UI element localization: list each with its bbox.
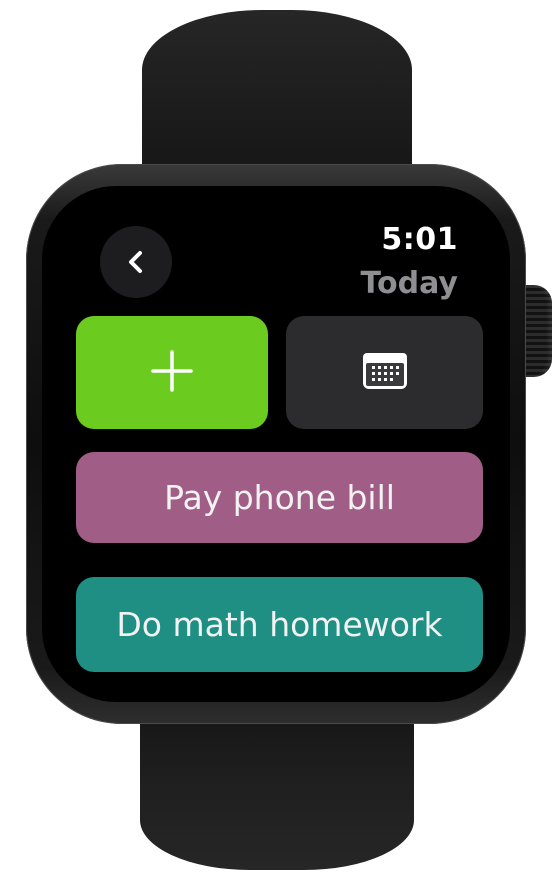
page-title: Today <box>360 266 458 301</box>
task-label: Do math homework <box>116 605 443 644</box>
status-time: 5:01 <box>381 222 458 257</box>
chevron-left-icon <box>122 248 150 276</box>
plus-icon <box>148 347 196 399</box>
task-item[interactable]: Pay phone bill <box>76 452 483 543</box>
calendar-button[interactable] <box>286 316 483 429</box>
back-button[interactable] <box>100 226 172 298</box>
watch-screen: 5:01 Today Pay phone bill Do math homewo… <box>42 186 510 702</box>
task-item[interactable]: Do math homework <box>76 577 483 672</box>
calendar-icon <box>362 352 408 394</box>
add-task-button[interactable] <box>76 316 268 429</box>
task-label: Pay phone bill <box>164 478 395 517</box>
watch-mockup: 5:01 Today Pay phone bill Do math homewo… <box>0 0 560 880</box>
